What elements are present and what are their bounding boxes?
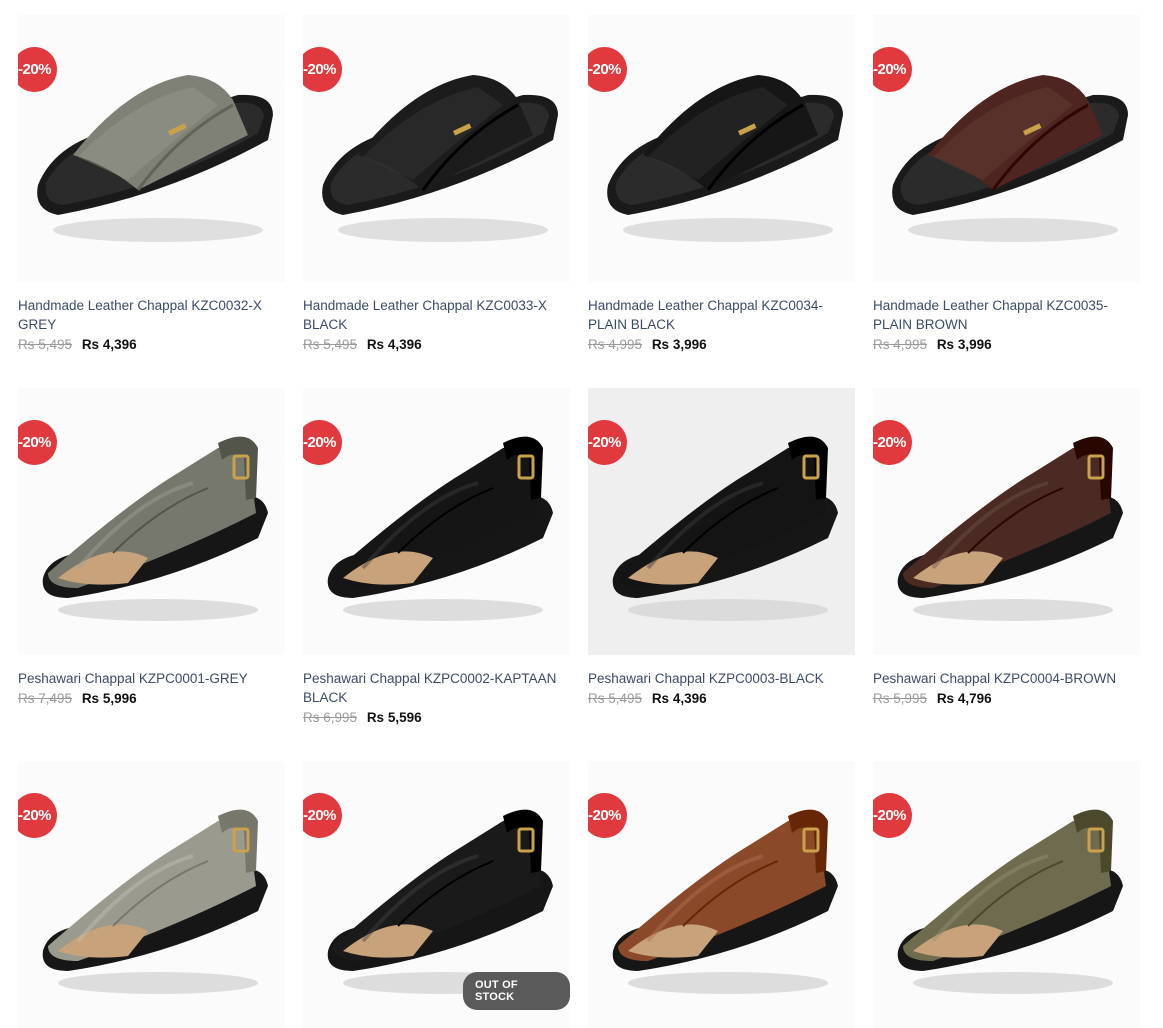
sale-price: Rs 4,396 [366,337,422,352]
product-grid: -20% Handmade Leather Chappal KZC0032-X … [0,0,1163,1028]
product-image-link[interactable]: -20% [588,15,855,282]
sale-price: Rs 4,396 [81,337,137,352]
product-card: -20% Peshawari Chappal KZPC0001-GREY Rs … [18,388,285,708]
product-title-link[interactable]: Peshawari Chappal KZPC0002-KAPTAAN BLACK [303,669,570,707]
price-row: Rs 4,995 Rs 3,996 [873,335,1140,354]
product-card: -20% Handmade Leather Chappal KZC0034-PL… [588,15,855,354]
product-card: -20% [18,761,285,1028]
price-row: Rs 5,495 Rs 4,396 [18,335,285,354]
sale-price: Rs 3,996 [651,337,707,352]
product-card: -20% OUT OF STOCK [303,761,570,1028]
out-of-stock-badge: OUT OF STOCK [463,972,570,1010]
original-price: Rs 4,995 [588,337,643,352]
product-title-link[interactable]: Handmade Leather Chappal KZC0034-PLAIN B… [588,296,855,334]
product-image-link[interactable]: -20% [588,388,855,655]
sale-price: Rs 5,596 [366,710,422,725]
product-title-link[interactable]: Peshawari Chappal KZPC0001-GREY [18,669,285,688]
product-card: -20% Peshawari Chappal KZPC0002-KAPTAAN … [303,388,570,727]
product-card: -20% [873,761,1140,1028]
product-image-link[interactable]: -20% [18,15,285,282]
product-card: -20% Peshawari Chappal KZPC0003-BLACK Rs… [588,388,855,708]
sale-price: Rs 4,396 [651,691,707,706]
price-row: Rs 7,495 Rs 5,996 [18,689,285,708]
original-price: Rs 5,495 [303,337,358,352]
product-title-link[interactable]: Handmade Leather Chappal KZC0032-X GREY [18,296,285,334]
original-price: Rs 5,495 [588,691,643,706]
price-row: Rs 5,495 Rs 4,396 [303,335,570,354]
product-image-link[interactable]: -20% OUT OF STOCK [303,761,570,1028]
original-price: Rs 5,995 [873,691,928,706]
product-image-link[interactable]: -20% [18,761,285,1028]
product-title-link[interactable]: Peshawari Chappal KZPC0003-BLACK [588,669,855,688]
product-image-link[interactable]: -20% [18,388,285,655]
original-price: Rs 4,995 [873,337,928,352]
original-price: Rs 6,995 [303,710,358,725]
price-row: Rs 5,995 Rs 4,796 [873,689,1140,708]
product-card: -20% Handmade Leather Chappal KZC0033-X … [303,15,570,354]
original-price: Rs 5,495 [18,337,73,352]
product-card: -20% Handmade Leather Chappal KZC0032-X … [18,15,285,354]
sale-price: Rs 4,796 [936,691,992,706]
price-row: Rs 4,995 Rs 3,996 [588,335,855,354]
product-image-link[interactable]: -20% [588,761,855,1028]
sale-price: Rs 3,996 [936,337,992,352]
product-image-link[interactable]: -20% [873,15,1140,282]
product-title-link[interactable]: Handmade Leather Chappal KZC0033-X BLACK [303,296,570,334]
product-card: -20% [588,761,855,1028]
product-image-link[interactable]: -20% [303,15,570,282]
product-image-link[interactable]: -20% [873,388,1140,655]
original-price: Rs 7,495 [18,691,73,706]
product-title-link[interactable]: Peshawari Chappal KZPC0004-BROWN [873,669,1140,688]
product-card: -20% Handmade Leather Chappal KZC0035-PL… [873,15,1140,354]
price-row: Rs 5,495 Rs 4,396 [588,689,855,708]
product-title-link[interactable]: Handmade Leather Chappal KZC0035-PLAIN B… [873,296,1140,334]
price-row: Rs 6,995 Rs 5,596 [303,708,570,727]
product-image-link[interactable]: -20% [303,388,570,655]
product-card: -20% Peshawari Chappal KZPC0004-BROWN Rs… [873,388,1140,708]
sale-price: Rs 5,996 [81,691,137,706]
product-image-link[interactable]: -20% [873,761,1140,1028]
